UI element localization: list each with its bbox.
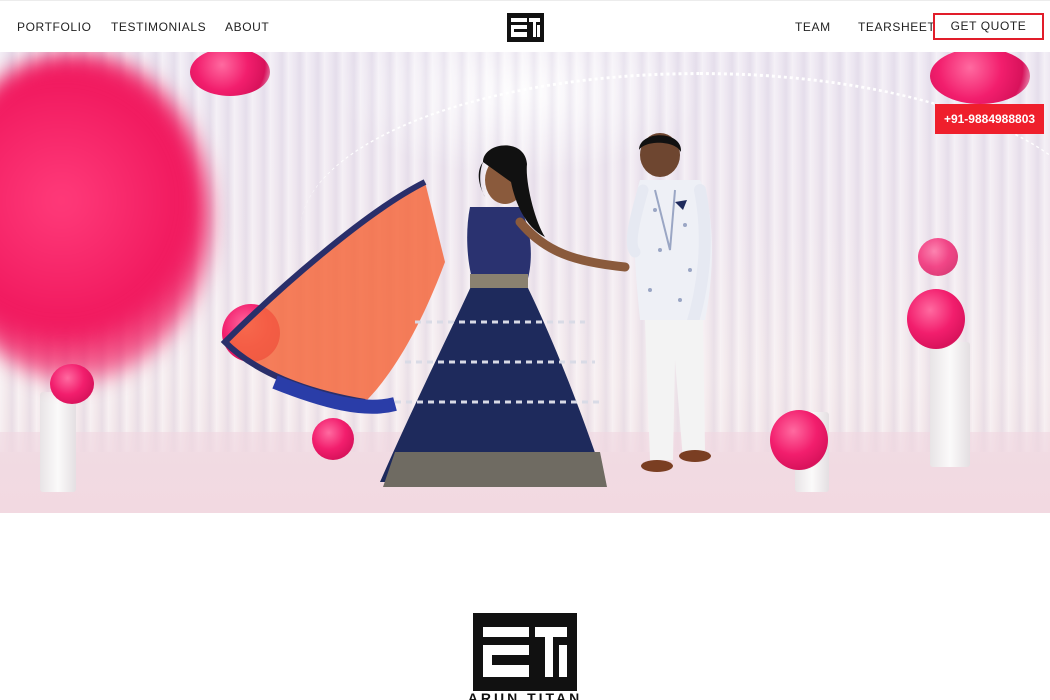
bride-figure: [220, 145, 630, 487]
flower-ball: [50, 364, 94, 404]
flower-ball: [907, 289, 965, 349]
phone-call-button[interactable]: +91-9884988803: [935, 104, 1044, 134]
flower-ball: [770, 410, 828, 470]
decor-pillar: [40, 392, 76, 492]
top-navbar: PORTFOLIO TESTIMONIALS ABOUT TEAM TEARSH…: [0, 0, 1050, 52]
nav-link-tearsheet[interactable]: TEARSHEET: [858, 20, 935, 34]
flower-ball: [918, 238, 958, 276]
get-quote-button[interactable]: GET QUOTE: [933, 13, 1044, 40]
brand-logo-icon[interactable]: [507, 13, 544, 42]
hero-image: +91-9884988803: [0, 52, 1050, 513]
decor-pillar: [930, 342, 970, 467]
nav-link-portfolio[interactable]: PORTFOLIO: [17, 20, 92, 34]
groom-figure: [626, 133, 712, 472]
nav-link-about[interactable]: ABOUT: [225, 20, 269, 34]
brand-name-text: ARUN TITAN: [467, 690, 583, 700]
brand-logo-icon-large: [473, 613, 577, 691]
nav-link-team[interactable]: TEAM: [795, 20, 831, 34]
nav-link-testimonials[interactable]: TESTIMONIALS: [111, 20, 206, 34]
